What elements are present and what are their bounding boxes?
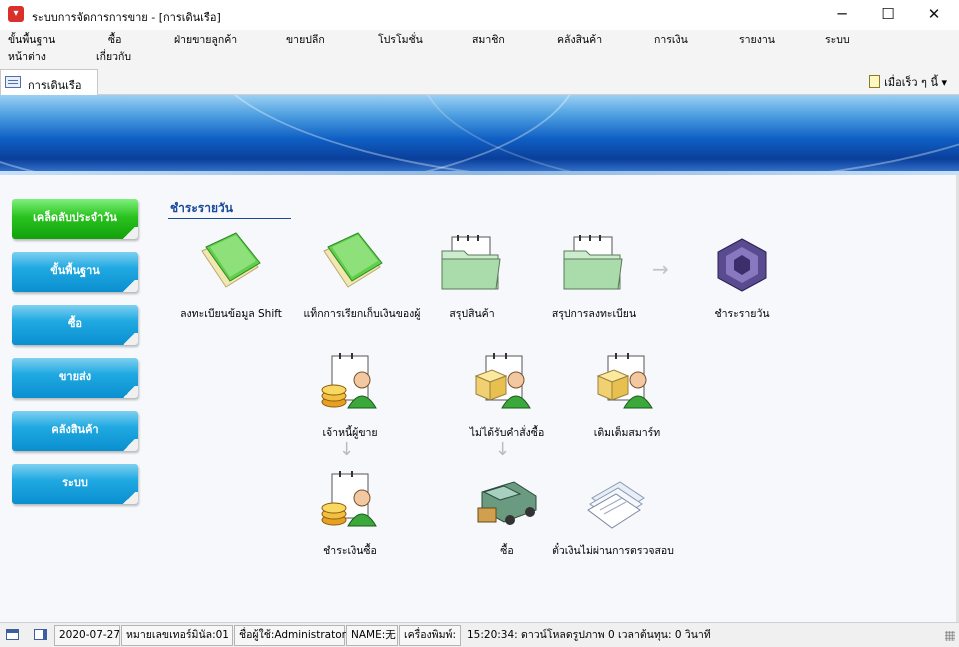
app-logo-icon: ▾ bbox=[8, 6, 24, 22]
tile-purchase-payment[interactable]: ชำระเงินซื้อ bbox=[302, 468, 398, 558]
folder-icon bbox=[441, 235, 501, 290]
tile-billing-tag[interactable]: แท็กการเรียกเก็บเงินของผู้ bbox=[302, 231, 422, 321]
green-book-icon bbox=[201, 232, 261, 288]
tile-billing-tag-label: แท็กการเรียกเก็บเงินของผู้ bbox=[303, 308, 421, 320]
status-date: 2020-07-27 bbox=[54, 625, 120, 646]
gamecube-icon bbox=[717, 238, 767, 292]
nav-warehouse-button[interactable]: คลังสินค้า bbox=[12, 411, 138, 451]
menu-finance[interactable]: การเงิน bbox=[654, 33, 688, 47]
tile-registration-summary[interactable]: สรุปการลงทะเบียน bbox=[544, 231, 644, 321]
flow-arrow-down-1: ↓ bbox=[339, 439, 355, 460]
coins-user-icon bbox=[321, 353, 377, 409]
status-terminal: หมายเลขเทอร์มินัล:01 bbox=[121, 625, 233, 646]
coins-user-icon bbox=[321, 471, 377, 527]
green-book-icon bbox=[323, 232, 383, 288]
box-user-icon bbox=[474, 353, 531, 409]
section-underline bbox=[168, 218, 291, 219]
documents-icon bbox=[587, 481, 645, 529]
tab-navigation-label: การเดินเรือ bbox=[28, 79, 82, 92]
tile-unverified-bills-label: ตั๋วเงินไม่ผ่านการตรวจสอบ bbox=[552, 545, 674, 557]
nav-wholesale-button[interactable]: ขายส่ง bbox=[12, 358, 138, 398]
menu-retail[interactable]: ขายปลีก bbox=[286, 33, 325, 47]
tile-register-shift[interactable]: ลงทะเบียนข้อมูล Shift bbox=[172, 231, 290, 321]
tile-daily-settlement-label: ชำระรายวัน bbox=[714, 308, 770, 320]
tile-unverified-bills[interactable]: ตั๋วเงินไม่ผ่านการตรวจสอบ bbox=[538, 468, 688, 558]
nav-system-button[interactable]: ระบบ bbox=[12, 464, 138, 504]
window-icon bbox=[5, 76, 21, 88]
tile-product-summary-label: สรุปสินค้า bbox=[449, 308, 495, 320]
nav-basic-button[interactable]: ขั้นพื้นฐาน bbox=[12, 252, 138, 292]
box-user-icon bbox=[596, 353, 653, 409]
tile-purchase[interactable]: ซื้อ bbox=[472, 468, 542, 558]
menu-about[interactable]: เกี่ยวกับ bbox=[96, 50, 131, 64]
app-window: ▾ ระบบการจัดการการขาย - [การเดินเรือ] ─ … bbox=[0, 0, 959, 647]
truck-icon bbox=[477, 481, 537, 525]
tile-registration-summary-label: สรุปการลงทะเบียน bbox=[551, 308, 637, 320]
tile-vendor-payable[interactable]: เจ้าหนี้ผู้ขาย bbox=[302, 350, 398, 440]
tile-product-summary[interactable]: สรุปสินค้า bbox=[432, 231, 512, 321]
tile-daily-settlement[interactable]: ชำระรายวัน bbox=[702, 231, 782, 321]
tab-navigation[interactable]: การเดินเรือ bbox=[0, 69, 98, 95]
recent-menu-label: เมื่อเร็ว ๆ นี้ bbox=[884, 76, 938, 89]
resize-grip-icon[interactable] bbox=[945, 631, 955, 641]
minimize-button[interactable]: ─ bbox=[819, 0, 865, 30]
layout-icon[interactable] bbox=[6, 629, 19, 640]
menu-basic[interactable]: ขั้นพื้นฐาน bbox=[8, 33, 55, 47]
tile-purchase-payment-label: ชำระเงินซื้อ bbox=[323, 545, 377, 557]
menu-bar: ขั้นพื้นฐาน ซื้อ ฝ่ายขายลูกค้า ขายปลีก โ… bbox=[0, 30, 959, 66]
menu-report[interactable]: รายงาน bbox=[739, 33, 775, 47]
panel-toggle-icon[interactable] bbox=[34, 629, 47, 640]
status-printer: เครื่องพิมพ์: bbox=[399, 625, 461, 646]
tile-register-shift-label: ลงทะเบียนข้อมูล Shift bbox=[180, 308, 282, 320]
window-title: ระบบการจัดการการขาย - [การเดินเรือ] bbox=[32, 11, 221, 24]
tile-order-not-received[interactable]: ไม่ได้รับคำสั่งซื้อ bbox=[452, 350, 562, 440]
tile-purchase-label: ซื้อ bbox=[500, 545, 514, 557]
menu-customer-sales[interactable]: ฝ่ายขายลูกค้า bbox=[174, 33, 237, 47]
menu-warehouse[interactable]: คลังสินค้า bbox=[557, 33, 602, 47]
status-user: ชื่อผู้ใช้:Administrator bbox=[234, 625, 346, 646]
flow-arrow-right: → bbox=[652, 257, 669, 281]
recent-documents-icon bbox=[869, 75, 881, 88]
menu-system[interactable]: ระบบ bbox=[825, 33, 850, 47]
tile-smart-refill[interactable]: เติมเต็มสมาร์ท bbox=[582, 350, 672, 440]
menu-purchase[interactable]: ซื้อ bbox=[108, 33, 121, 47]
status-name: NAME:无 bbox=[346, 625, 398, 646]
folder-icon bbox=[563, 235, 623, 290]
document-tab-row: การเดินเรือ เมื่อเร็ว ๆ นี้ ▾ bbox=[0, 66, 959, 95]
status-message: 15:20:34: ดาวน์โหลดรูปภาพ 0 เวลาต้นทุน: … bbox=[467, 629, 711, 641]
maximize-button[interactable]: ☐ bbox=[865, 0, 911, 30]
recent-menu-button[interactable]: เมื่อเร็ว ๆ นี้ ▾ bbox=[869, 73, 947, 91]
nav-tip-of-day-button[interactable]: เคล็ดลับประจำวัน bbox=[12, 199, 138, 239]
menu-window[interactable]: หน้าต่าง bbox=[8, 50, 46, 64]
status-bar: 2020-07-27 หมายเลขเทอร์มินัล:01 ชื่อผู้ใ… bbox=[0, 622, 959, 647]
section-title: ชำระรายวัน bbox=[170, 201, 233, 215]
chevron-down-icon: ▾ bbox=[941, 76, 947, 89]
nav-purchase-button[interactable]: ซื้อ bbox=[12, 305, 138, 345]
flow-arrow-down-2: ↓ bbox=[495, 439, 511, 460]
header-banner bbox=[0, 95, 959, 175]
tile-smart-refill-label: เติมเต็มสมาร์ท bbox=[593, 427, 661, 439]
menu-promotion[interactable]: โปรโมชั่น bbox=[378, 33, 423, 47]
menu-member[interactable]: สมาชิก bbox=[472, 33, 505, 47]
close-button[interactable]: ✕ bbox=[911, 0, 957, 30]
main-content: ชำระรายวัน ลงทะเบียนข้อมูล Shift แท็กการ… bbox=[152, 175, 959, 622]
title-bar[interactable]: ▾ ระบบการจัดการการขาย - [การเดินเรือ] ─ … bbox=[0, 0, 959, 30]
left-nav-panel: เคล็ดลับประจำวัน ขั้นพื้นฐาน ซื้อ ขายส่ง… bbox=[0, 175, 152, 622]
